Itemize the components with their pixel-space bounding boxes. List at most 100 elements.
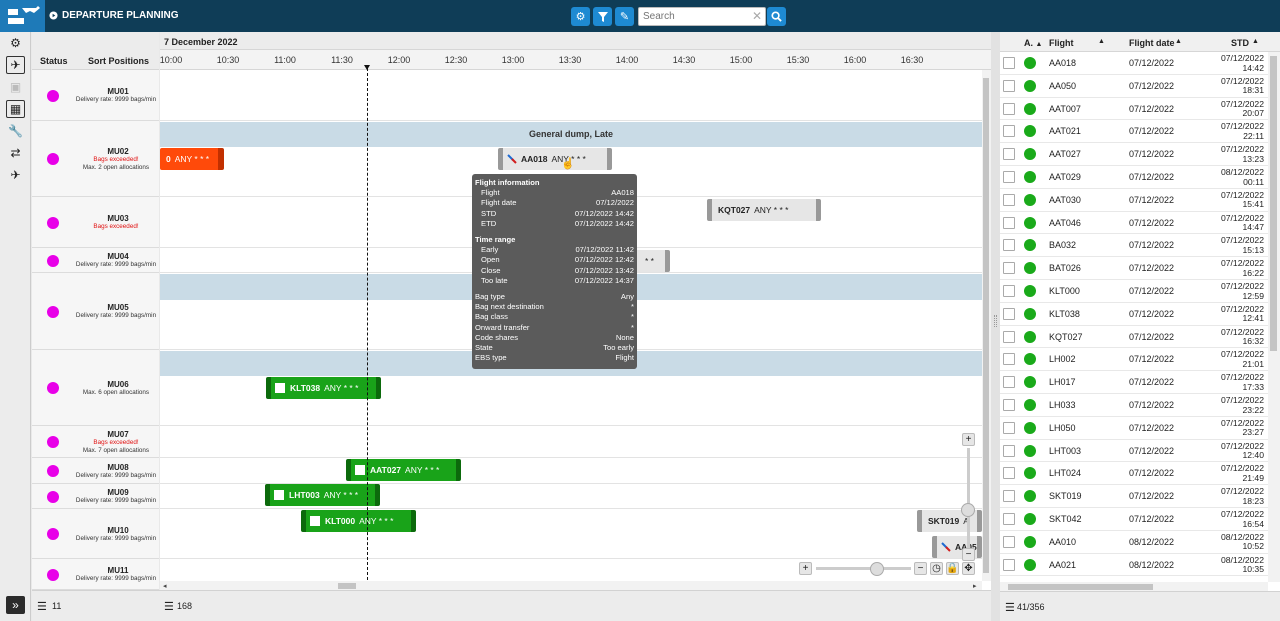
flight-row[interactable]: AAT029 07/12/2022 08/12/2022 00:11 bbox=[1000, 166, 1268, 189]
flight-row[interactable]: AA018 07/12/2022 07/12/2022 14:42 bbox=[1000, 52, 1268, 75]
allocation-bar[interactable]: KLT038 ANY * * * bbox=[266, 377, 381, 399]
flight-row[interactable]: AAT021 07/12/2022 07/12/2022 22:11 bbox=[1000, 120, 1268, 144]
flight-row[interactable]: AAT030 07/12/2022 07/12/2022 15:41 bbox=[1000, 189, 1268, 212]
expand-panel-button[interactable]: » bbox=[6, 596, 25, 614]
timeline-horizontal-scroll-thumb[interactable] bbox=[338, 583, 356, 589]
vertical-zoom-track[interactable] bbox=[967, 448, 970, 552]
flight-checkbox[interactable] bbox=[310, 516, 320, 526]
flight-date-column-header[interactable]: Flight date bbox=[1129, 38, 1175, 48]
row-checkbox[interactable] bbox=[1003, 490, 1015, 503]
horizontal-zoom-out-button[interactable]: − bbox=[914, 562, 927, 575]
allocation-bar[interactable]: KLT000 ANY * * * bbox=[301, 510, 416, 532]
flight-row[interactable]: AA050 07/12/2022 07/12/2022 18:31 bbox=[1000, 75, 1268, 98]
flight-row[interactable]: LH017 07/12/2022 07/12/2022 17:33 bbox=[1000, 371, 1268, 394]
sort-position-row[interactable]: MU04 Delivery rate: 9999 bags/min bbox=[32, 248, 159, 273]
row-checkbox[interactable] bbox=[1003, 307, 1015, 320]
flights-horizontal-scroll-thumb[interactable] bbox=[1008, 584, 1153, 590]
edit-button[interactable]: ✎ bbox=[615, 7, 634, 26]
row-checkbox[interactable] bbox=[1003, 513, 1015, 525]
row-checkbox[interactable] bbox=[1003, 376, 1015, 389]
horizontal-zoom-track[interactable] bbox=[816, 567, 911, 570]
filter-button[interactable] bbox=[593, 7, 612, 26]
clear-search-icon[interactable]: ✕ bbox=[752, 9, 762, 23]
pan-button[interactable]: ✥ bbox=[962, 562, 975, 575]
flight-row[interactable]: KQT027 07/12/2022 07/12/2022 16:32 bbox=[1000, 326, 1268, 349]
row-checkbox[interactable] bbox=[1003, 125, 1015, 138]
allocation-bar[interactable]: AAT027 ANY * * * bbox=[346, 459, 461, 481]
flight-row[interactable]: LH002 07/12/2022 07/12/2022 21:01 bbox=[1000, 348, 1268, 372]
sort-positions-column-header[interactable]: Sort Positions bbox=[88, 56, 149, 66]
flight-row[interactable]: LH050 07/12/2022 07/12/2022 23:27 bbox=[1000, 417, 1268, 440]
timeline-vertical-scroll-thumb[interactable] bbox=[983, 78, 989, 573]
row-checkbox[interactable] bbox=[1003, 102, 1015, 115]
left-tool-settings[interactable]: ⚙ bbox=[6, 34, 25, 52]
flight-row[interactable]: SKT019 07/12/2022 07/12/2022 18:23 bbox=[1000, 485, 1268, 508]
flight-column-header[interactable]: Flight bbox=[1049, 38, 1074, 48]
row-checkbox[interactable] bbox=[1003, 444, 1015, 457]
allocation-bar[interactable]: AA018 ANY * * * bbox=[498, 148, 612, 170]
flight-row[interactable]: AA010 08/12/2022 08/12/2022 10:52 bbox=[1000, 531, 1268, 554]
row-checkbox[interactable] bbox=[1003, 262, 1015, 275]
left-tool-disabled[interactable]: ▣ bbox=[6, 78, 25, 96]
sort-position-row[interactable]: MU05 Delivery rate: 9999 bags/min bbox=[32, 273, 159, 350]
status-column-header[interactable]: Status bbox=[40, 56, 68, 66]
flight-row[interactable]: SKT042 07/12/2022 07/12/2022 16:54 bbox=[1000, 508, 1268, 531]
left-tool-departures[interactable]: ✈ bbox=[6, 56, 25, 74]
row-checkbox[interactable] bbox=[1003, 216, 1015, 229]
row-checkbox[interactable] bbox=[1003, 558, 1015, 571]
vertical-zoom-handle[interactable] bbox=[961, 503, 975, 517]
flight-row[interactable]: AA021 08/12/2022 08/12/2022 10:35 bbox=[1000, 554, 1268, 577]
allocation-bar[interactable]: LHT003 ANY * * * bbox=[265, 484, 380, 506]
scroll-right-arrow-icon[interactable]: ▸ bbox=[973, 582, 977, 590]
panel-splitter[interactable] bbox=[991, 32, 1000, 621]
horizontal-zoom-handle[interactable] bbox=[870, 562, 884, 576]
status-column-header[interactable]: A. ▲ bbox=[1024, 38, 1042, 48]
sort-position-row[interactable]: MU11 Delivery rate: 9999 bags/min bbox=[32, 559, 159, 590]
row-checkbox[interactable] bbox=[1003, 535, 1015, 548]
flight-row[interactable]: AAT027 07/12/2022 07/12/2022 13:23 bbox=[1000, 143, 1268, 166]
sort-position-row[interactable]: MU09 Delivery rate: 9999 bags/min bbox=[32, 484, 159, 509]
row-checkbox[interactable] bbox=[1003, 353, 1015, 366]
flight-row[interactable]: LHT003 07/12/2022 07/12/2022 12:40 bbox=[1000, 440, 1268, 463]
sort-position-row[interactable]: MU03 Bags exceeded! bbox=[32, 197, 159, 248]
row-checkbox[interactable] bbox=[1003, 399, 1015, 411]
now-button[interactable]: ◷ bbox=[930, 562, 943, 575]
flight-row[interactable]: BAT026 07/12/2022 07/12/2022 16:22 bbox=[1000, 257, 1268, 280]
left-tool-screen[interactable]: ▦ bbox=[6, 100, 25, 118]
left-tool-transfer[interactable]: ⇄ bbox=[6, 144, 25, 162]
lock-button[interactable]: 🔒 bbox=[946, 562, 959, 575]
row-checkbox[interactable] bbox=[1003, 171, 1015, 183]
sort-position-row[interactable]: MU10 Delivery rate: 9999 bags/min bbox=[32, 509, 159, 559]
sort-position-row[interactable]: MU08 Delivery rate: 9999 bags/min bbox=[32, 458, 159, 484]
flight-row[interactable]: AAT007 07/12/2022 07/12/2022 20:07 bbox=[1000, 98, 1268, 121]
row-checkbox[interactable] bbox=[1003, 148, 1015, 161]
sort-position-row[interactable]: MU02 Bags exceeded! Max. 2 open allocation… bbox=[32, 121, 159, 197]
left-tool-maintenance[interactable]: 🔧 bbox=[6, 122, 25, 140]
search-input[interactable] bbox=[638, 7, 766, 26]
left-tool-flights[interactable]: ✈ bbox=[6, 166, 25, 184]
vertical-zoom-in-button[interactable]: + bbox=[962, 433, 975, 446]
row-checkbox[interactable] bbox=[1003, 239, 1015, 252]
app-logo[interactable] bbox=[0, 0, 45, 32]
row-checkbox[interactable] bbox=[1003, 330, 1015, 343]
sort-position-row[interactable]: MU06 Max. 6 open allocations bbox=[32, 350, 159, 426]
flight-checkbox[interactable] bbox=[274, 490, 284, 500]
timeline-horizontal-scrollbar[interactable] bbox=[160, 581, 982, 590]
horizontal-zoom-in-button[interactable]: + bbox=[799, 562, 812, 575]
flight-row[interactable]: BA032 07/12/2022 07/12/2022 15:13 bbox=[1000, 234, 1268, 258]
flights-vertical-scroll-thumb[interactable] bbox=[1270, 56, 1277, 351]
sort-position-row[interactable]: MU01 Delivery rate: 9999 bags/min bbox=[32, 70, 159, 121]
flight-row[interactable]: LHT024 07/12/2022 07/12/2022 21:49 bbox=[1000, 462, 1268, 486]
flight-row[interactable]: KLT000 07/12/2022 07/12/2022 12:59 bbox=[1000, 280, 1268, 303]
row-checkbox[interactable] bbox=[1003, 79, 1015, 92]
flight-row[interactable]: LH033 07/12/2022 07/12/2022 23:22 bbox=[1000, 394, 1268, 417]
std-column-header[interactable]: STD bbox=[1231, 38, 1249, 48]
sort-position-row[interactable]: MU07 Bags exceeded! Max. 7 open allocation… bbox=[32, 426, 159, 458]
allocation-bar[interactable]: KQT027 ANY * * * bbox=[707, 199, 821, 221]
row-checkbox[interactable] bbox=[1003, 467, 1015, 480]
flight-row[interactable]: AAT046 07/12/2022 07/12/2022 14:47 bbox=[1000, 212, 1268, 235]
row-checkbox[interactable] bbox=[1003, 285, 1015, 297]
settings-button[interactable]: ⚙ bbox=[571, 7, 590, 26]
row-checkbox[interactable] bbox=[1003, 193, 1015, 206]
search-button[interactable] bbox=[767, 7, 786, 26]
